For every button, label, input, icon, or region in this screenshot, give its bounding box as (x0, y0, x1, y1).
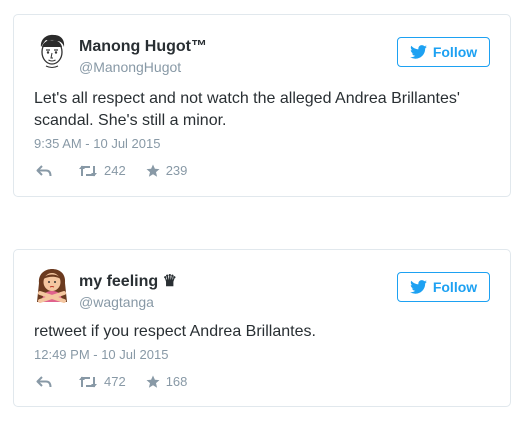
retweet-count: 242 (104, 163, 126, 178)
crossed-arms-emoji-icon (37, 269, 67, 303)
retweet-button[interactable]: 242 (78, 163, 126, 178)
tweet-text: retweet if you respect Andrea Brillantes… (34, 323, 316, 340)
tweet-card: my feeling ♛ @wagtanga Follow retweet if… (13, 249, 511, 407)
user-handle[interactable]: @ManongHugot (79, 58, 207, 76)
follow-button[interactable]: Follow (397, 272, 490, 302)
reply-icon (36, 375, 52, 387)
retweet-button[interactable]: 472 (78, 374, 126, 389)
tweet-timestamp[interactable]: 12:49 PM - 10 Jul 2015 (34, 347, 168, 362)
user-handle[interactable]: @wagtanga (79, 293, 177, 311)
twitter-bird-icon (409, 45, 427, 59)
avatar[interactable] (34, 268, 70, 304)
follow-label: Follow (432, 279, 478, 295)
twitter-bird-icon (409, 280, 427, 294)
tweet-card: Manong Hugot™ @ManongHugot Follow Let's … (13, 14, 511, 197)
star-icon (146, 164, 160, 177)
tweet-text: Let's all respect and not watch the alle… (34, 90, 460, 129)
like-count: 239 (165, 163, 188, 178)
retweet-icon (79, 376, 97, 387)
retweet-icon (79, 165, 97, 176)
like-button[interactable]: 239 (146, 163, 188, 178)
display-name[interactable]: Manong Hugot™ (79, 38, 207, 56)
reply-button[interactable] (36, 164, 52, 178)
like-count: 168 (165, 374, 188, 389)
follow-button[interactable]: Follow (397, 37, 490, 67)
reply-icon (36, 164, 52, 176)
follow-label: Follow (432, 44, 478, 60)
display-name[interactable]: my feeling ♛ (79, 273, 177, 291)
cartoon-face-icon (40, 34, 65, 68)
retweet-count: 472 (104, 374, 126, 389)
reply-button[interactable] (36, 375, 52, 389)
avatar[interactable] (34, 33, 70, 69)
star-icon (146, 375, 160, 388)
tweet-timestamp[interactable]: 9:35 AM - 10 Jul 2015 (34, 136, 160, 151)
like-button[interactable]: 168 (146, 374, 188, 389)
